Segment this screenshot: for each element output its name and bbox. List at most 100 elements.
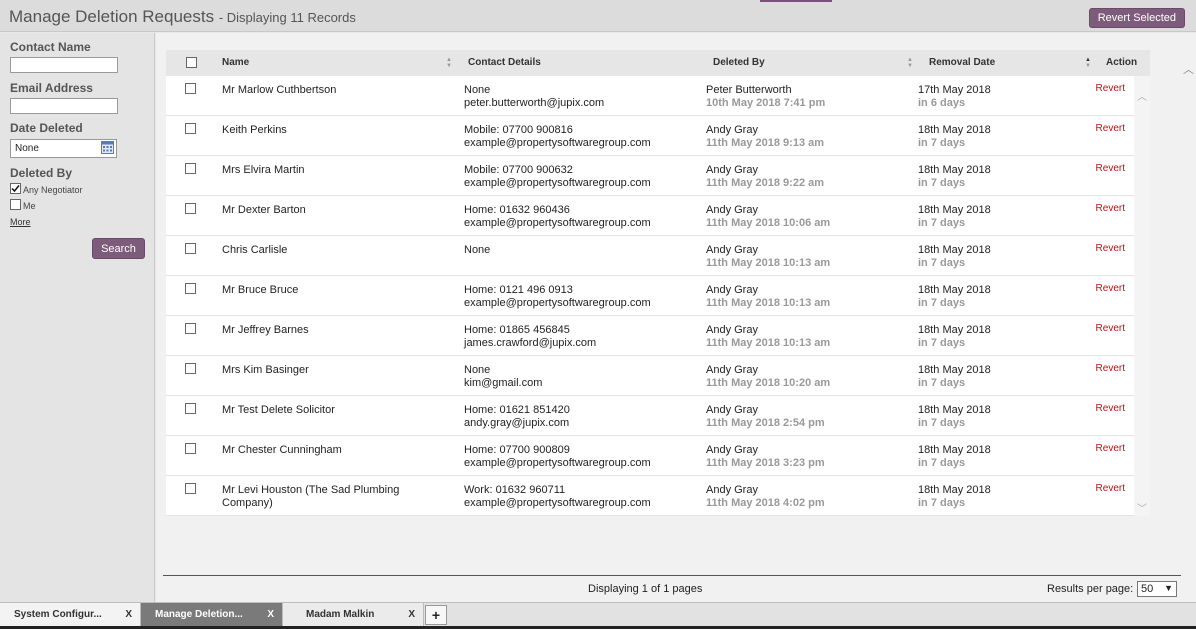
table-row[interactable]: Mrs Elvira Martin Mobile: 07700 900632 exa…	[166, 156, 1134, 196]
tab-manage-deletion[interactable]: Manage Deletion... X	[141, 603, 283, 627]
calendar-icon[interactable]	[101, 141, 114, 154]
revert-link[interactable]: Revert	[1096, 243, 1125, 254]
removal-date-value: 18th May 2018	[918, 404, 991, 416]
table-row[interactable]: Mr Test Delete Solicitor Home: 01621 8514…	[166, 396, 1134, 436]
removal-date-value: 18th May 2018	[918, 444, 991, 456]
header-removal-date[interactable]: Removal Date	[929, 57, 995, 68]
revert-link[interactable]: Revert	[1096, 323, 1125, 334]
revert-link[interactable]: Revert	[1096, 483, 1125, 494]
any-negotiator-checkbox[interactable]	[10, 183, 21, 194]
page-title-text: Manage Deletion Requests	[9, 7, 215, 26]
contact-name: Mr Bruce Bruce	[222, 284, 299, 296]
revert-link[interactable]: Revert	[1096, 283, 1125, 294]
removal-countdown: in 7 days	[918, 497, 966, 509]
row-checkbox[interactable]	[185, 443, 196, 454]
select-all-checkbox[interactable]	[186, 57, 197, 68]
table-row[interactable]: Mr Dexter Barton Home: 01632 960436 exampl…	[166, 196, 1134, 236]
me-label: Me	[23, 201, 36, 211]
title-bar: Manage Deletion Requests - Displaying 11…	[0, 0, 1196, 32]
search-button[interactable]: Search	[92, 238, 145, 259]
revert-link[interactable]: Revert	[1096, 123, 1125, 134]
revert-link[interactable]: Revert	[1096, 83, 1125, 94]
date-deleted-value: None	[15, 143, 39, 154]
table-row[interactable]: Chris Carlisle None Andy Gray 11th May 2018…	[166, 236, 1134, 276]
results-per-page-label: Results per page:	[1047, 583, 1134, 595]
row-checkbox[interactable]	[185, 483, 196, 494]
removal-date-value: 18th May 2018	[918, 124, 991, 136]
header-deleted-by[interactable]: Deleted By	[713, 57, 765, 68]
contact-line-2: andy.gray@jupix.com	[464, 417, 570, 429]
more-link[interactable]: More	[10, 217, 31, 227]
page-info: Displaying 1 of 1 pages	[588, 583, 703, 595]
table-row[interactable]: Mr Bruce Bruce Home: 0121 496 0913 example…	[166, 276, 1134, 316]
revert-selected-button[interactable]: Revert Selected	[1088, 8, 1185, 28]
tab-bar: System Configur... X Manage Deletion... …	[0, 602, 1196, 629]
header-contact-details: Contact Details	[468, 57, 541, 68]
main-content: Name ▲ ▼ Contact Details Deleted By ▲ ▼ Re…	[156, 33, 1196, 602]
table-row[interactable]: Mr Levi Houston (The Sad Plumbing Compan…	[166, 476, 1134, 516]
removal-date: 17th May 2018 in 6 days	[918, 84, 991, 110]
date-deleted-field[interactable]: None	[10, 139, 117, 158]
revert-link[interactable]: Revert	[1096, 203, 1125, 214]
deleted-by-name: Andy Gray	[706, 124, 758, 136]
removal-countdown: in 7 days	[918, 257, 966, 269]
table-row[interactable]: Mrs Kim Basinger None kim@gmail.com Andy Gr…	[166, 356, 1134, 396]
contact-line-2: example@propertysoftwaregroup.com	[464, 297, 651, 309]
contact-line-1: None	[464, 364, 491, 376]
deleted-by-date: 11th May 2018 10:06 am	[706, 217, 831, 229]
header-name[interactable]: Name	[222, 57, 249, 68]
contact-name: Keith Perkins	[222, 124, 287, 136]
removal-date: 18th May 2018 in 7 days	[918, 124, 991, 150]
any-negotiator-label: Any Negotiator	[23, 185, 83, 195]
removal-countdown: in 7 days	[918, 337, 966, 349]
row-checkbox[interactable]	[185, 243, 196, 254]
contact-name: Mr Marlow Cuthbertson	[222, 84, 337, 96]
row-checkbox[interactable]	[185, 363, 196, 374]
deleted-by-date: 11th May 2018 10:20 am	[706, 377, 831, 389]
removal-countdown: in 7 days	[918, 137, 966, 149]
table-row[interactable]: Keith Perkins Mobile: 07700 900816 example…	[166, 116, 1134, 156]
contact-line-1: Home: 0121 496 0913	[464, 284, 573, 296]
email-address-label: Email Address	[10, 81, 93, 95]
results-per-page-select[interactable]: 50 ▼	[1137, 581, 1177, 597]
scroll-up-icon[interactable]: ︿	[1137, 88, 1147, 103]
contact-name-input[interactable]	[10, 57, 118, 73]
row-checkbox[interactable]	[185, 283, 196, 294]
contact-name: Mr Test Delete Solicitor	[222, 404, 335, 416]
deleted-by: Andy Gray 11th May 2018 4:02 pm	[706, 484, 825, 510]
scroll-down-icon[interactable]: ﹀	[1137, 500, 1147, 515]
tab-system-configuration[interactable]: System Configur... X	[0, 603, 141, 627]
table-scrollbar[interactable]: ︿ ﹀	[1134, 76, 1150, 516]
row-checkbox[interactable]	[185, 203, 196, 214]
deleted-by: Andy Gray 11th May 2018 3:23 pm	[706, 444, 825, 470]
row-checkbox[interactable]	[185, 83, 196, 94]
revert-link[interactable]: Revert	[1096, 363, 1125, 374]
tab-close-icon[interactable]: X	[267, 609, 274, 620]
tab-label: System Configur...	[14, 609, 102, 620]
tab-close-icon[interactable]: X	[408, 609, 415, 620]
sort-deleted-by-icon[interactable]: ▲ ▼	[906, 57, 914, 69]
tab-close-icon[interactable]: X	[125, 609, 132, 620]
revert-link[interactable]: Revert	[1096, 403, 1125, 414]
email-address-input[interactable]	[10, 98, 118, 114]
table-row[interactable]: Mr Marlow Cuthbertson None peter.butterwor…	[166, 76, 1134, 116]
me-checkbox[interactable]	[10, 199, 21, 210]
panel-scroll-up-icon[interactable]: ︿	[1183, 61, 1194, 77]
removal-date: 18th May 2018 in 7 days	[918, 364, 991, 390]
deleted-by-date: 11th May 2018 10:13 am	[706, 297, 831, 309]
table-header: Name ▲ ▼ Contact Details Deleted By ▲ ▼ Re…	[166, 50, 1150, 76]
row-checkbox[interactable]	[185, 403, 196, 414]
revert-link[interactable]: Revert	[1096, 443, 1125, 454]
row-checkbox[interactable]	[185, 123, 196, 134]
contact-name: Mr Dexter Barton	[222, 204, 306, 216]
sort-removal-date-icon[interactable]: ▲ ▼	[1084, 57, 1092, 69]
row-checkbox[interactable]	[185, 163, 196, 174]
revert-link[interactable]: Revert	[1096, 163, 1125, 174]
add-tab-button[interactable]: +	[425, 605, 447, 625]
table-row[interactable]: Mr Chester Cunningham Home: 07700 900809 e…	[166, 436, 1134, 476]
row-checkbox[interactable]	[185, 323, 196, 334]
sort-name-icon[interactable]: ▲ ▼	[445, 57, 453, 69]
table-row[interactable]: Mr Jeffrey Barnes Home: 01865 456845 james…	[166, 316, 1134, 356]
tab-madam-malkin[interactable]: Madam Malkin X	[283, 603, 424, 627]
contact-line-2: example@propertysoftwaregroup.com	[464, 457, 651, 469]
